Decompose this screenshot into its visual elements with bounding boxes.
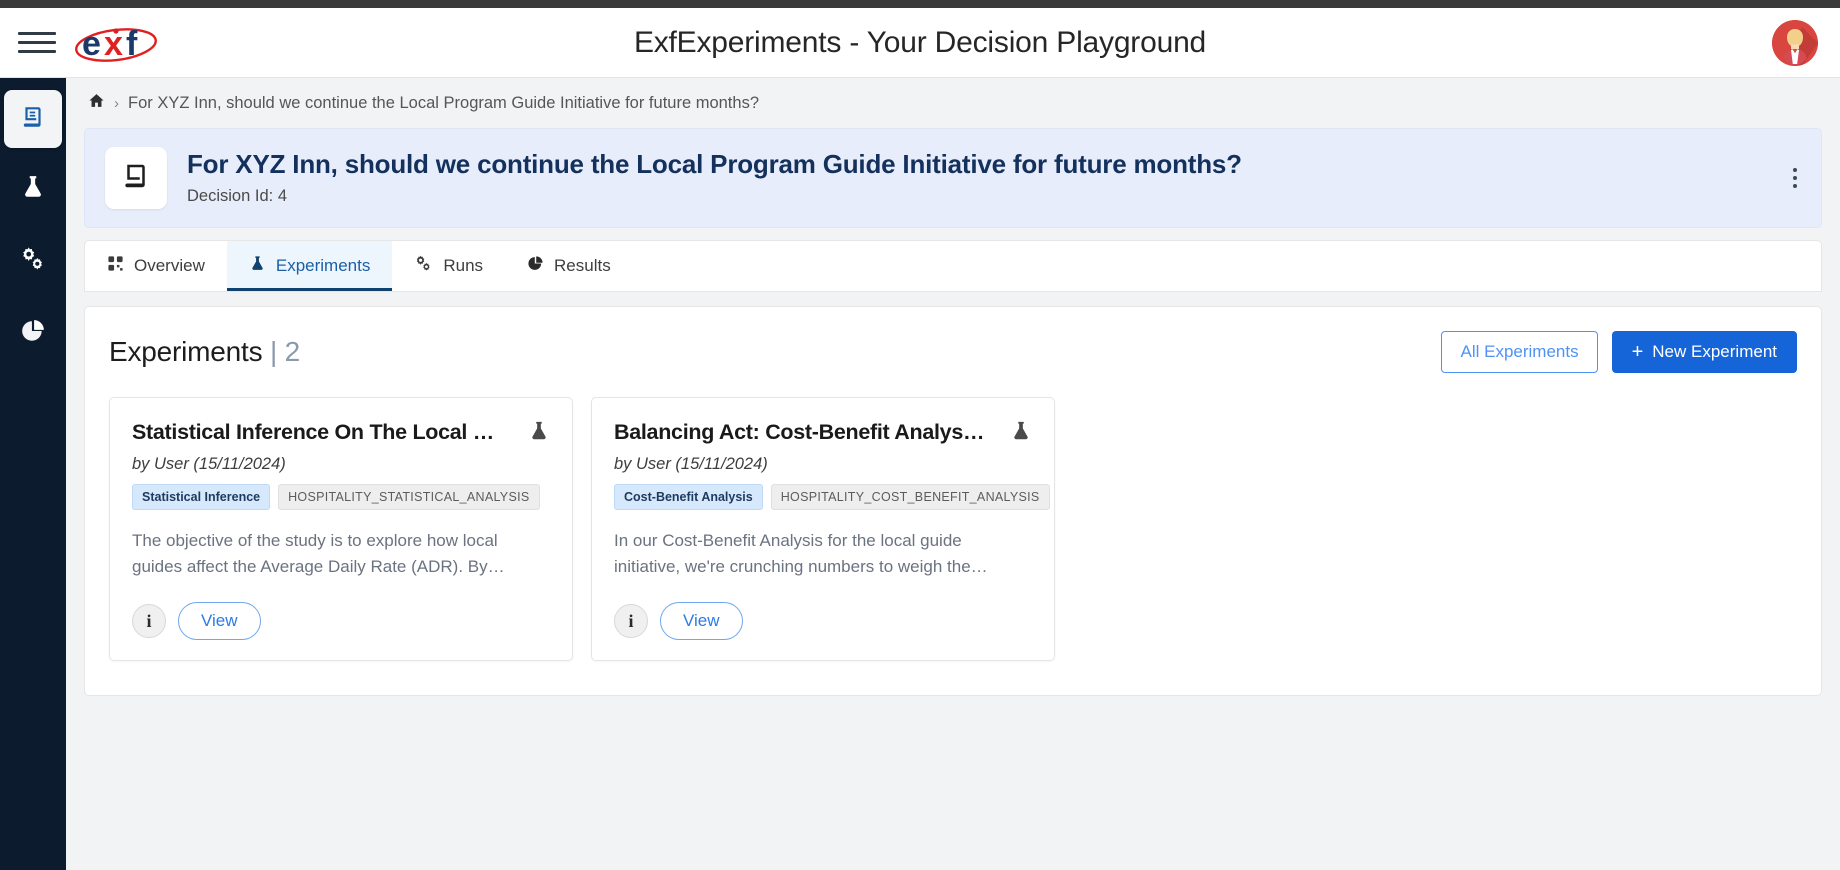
svg-text:f: f xyxy=(126,25,138,63)
flask-icon xyxy=(20,174,46,205)
decision-id-label: Decision Id: xyxy=(187,187,274,206)
experiments-panel: Experiments | 2 All Experiments + New Ex… xyxy=(84,306,1822,696)
plus-icon: + xyxy=(1631,341,1644,363)
tab-label: Experiments xyxy=(275,256,371,275)
experiments-header: Experiments | 2 All Experiments + New Ex… xyxy=(85,307,1821,379)
card-footer: i View xyxy=(132,602,550,640)
breadcrumb-current[interactable]: For XYZ Inn, should we continue the Loca… xyxy=(128,94,759,113)
tab-label: Overview xyxy=(134,256,205,275)
card-title: Balancing Act: Cost-Benefit Analysi… xyxy=(614,420,986,444)
breadcrumb: › For XYZ Inn, should we continue the Lo… xyxy=(66,78,1840,128)
card-byline: by User (15/11/2024) xyxy=(132,455,286,473)
experiment-card[interactable]: Balancing Act: Cost-Benefit Analysi… by … xyxy=(591,397,1055,661)
tab-label: Runs xyxy=(443,256,484,275)
card-title-row: Statistical Inference On The Local G… xyxy=(132,420,550,447)
decision-banner-text: For XYZ Inn, should we continue the Loca… xyxy=(187,148,1242,207)
app-header: e x f ExfExperiments - Your Decision Pla… xyxy=(0,8,1840,78)
sidebar-item-experiments[interactable] xyxy=(0,158,66,220)
card-tags: Cost-Benefit Analysis HOSPITALITY_COST_B… xyxy=(614,484,1050,510)
sidebar xyxy=(0,78,66,870)
vertical-dots-icon[interactable] xyxy=(1787,162,1803,194)
card-description: The objective of the study is to explore… xyxy=(132,531,498,576)
tab-results[interactable]: Results xyxy=(505,241,633,291)
card-tag-secondary: HOSPITALITY_STATISTICAL_ANALYSIS xyxy=(278,484,540,510)
card-title: Statistical Inference On The Local G… xyxy=(132,420,504,444)
window-top-strip xyxy=(0,0,1840,8)
view-button[interactable]: View xyxy=(178,602,261,640)
card-tag-secondary: HOSPITALITY_COST_BENEFIT_ANALYSIS xyxy=(770,484,1050,510)
book-icon xyxy=(121,161,151,196)
hamburger-menu-icon[interactable] xyxy=(18,28,56,58)
experiments-heading-text: Experiments xyxy=(109,336,263,367)
card-tag-primary: Cost-Benefit Analysis xyxy=(614,484,763,510)
view-button[interactable]: View xyxy=(660,602,743,640)
svg-text:e: e xyxy=(82,25,101,63)
pie-chart-icon xyxy=(527,255,544,277)
card-title-row: Balancing Act: Cost-Benefit Analysi… xyxy=(614,420,1032,447)
all-experiments-button[interactable]: All Experiments xyxy=(1441,331,1598,373)
main-content: › For XYZ Inn, should we continue the Lo… xyxy=(66,78,1840,870)
tab-experiments[interactable]: Experiments xyxy=(226,241,393,291)
card-byline: by User (15/11/2024) xyxy=(614,455,768,473)
decision-icon-box xyxy=(105,147,167,209)
sidebar-item-results[interactable] xyxy=(0,302,66,364)
new-experiment-label: New Experiment xyxy=(1652,342,1777,361)
gears-icon xyxy=(414,254,433,278)
decision-banner: For XYZ Inn, should we continue the Loca… xyxy=(84,128,1822,228)
card-tag-primary: Statistical Inference xyxy=(132,484,271,510)
card-description: In our Cost-Benefit Analysis for the loc… xyxy=(614,531,988,576)
grid-icon xyxy=(107,255,124,277)
decision-id-value: 4 xyxy=(277,187,287,206)
experiments-count: | 2 xyxy=(270,336,301,367)
flask-icon xyxy=(1010,420,1032,447)
experiments-heading: Experiments | 2 xyxy=(109,336,300,368)
info-icon[interactable]: i xyxy=(614,604,648,638)
tab-bar: Overview Experiments Runs Results xyxy=(84,240,1822,292)
gears-icon xyxy=(19,245,47,278)
tab-overview[interactable]: Overview xyxy=(85,241,227,291)
card-tags: Statistical Inference HOSPITALITY_STATIS… xyxy=(132,484,550,510)
flask-icon xyxy=(249,255,266,277)
experiment-card[interactable]: Statistical Inference On The Local G… by… xyxy=(109,397,573,661)
avatar[interactable] xyxy=(1772,19,1818,66)
exf-logo[interactable]: e x f xyxy=(72,19,164,67)
book-icon xyxy=(20,104,46,135)
experiment-card-list: Statistical Inference On The Local G… by… xyxy=(85,379,1821,691)
breadcrumb-separator: › xyxy=(114,94,119,112)
sidebar-item-decisions[interactable] xyxy=(4,90,62,148)
tab-runs[interactable]: Runs xyxy=(392,241,505,291)
sidebar-item-runs[interactable] xyxy=(0,230,66,292)
new-experiment-button[interactable]: + New Experiment xyxy=(1611,331,1797,373)
home-icon[interactable] xyxy=(88,92,105,114)
app-root: e x f ExfExperiments - Your Decision Pla… xyxy=(0,0,1840,870)
decision-id: Decision Id: 4 xyxy=(187,187,1242,206)
flask-icon xyxy=(528,420,550,447)
pie-chart-icon xyxy=(20,318,46,349)
decision-title: For XYZ Inn, should we continue the Loca… xyxy=(187,148,1242,179)
info-icon[interactable]: i xyxy=(132,604,166,638)
card-footer: i View xyxy=(614,602,1032,640)
experiments-actions: All Experiments + New Experiment xyxy=(1441,331,1797,373)
tab-label: Results xyxy=(554,256,611,275)
page-title: ExfExperiments - Your Decision Playgroun… xyxy=(633,25,1207,59)
